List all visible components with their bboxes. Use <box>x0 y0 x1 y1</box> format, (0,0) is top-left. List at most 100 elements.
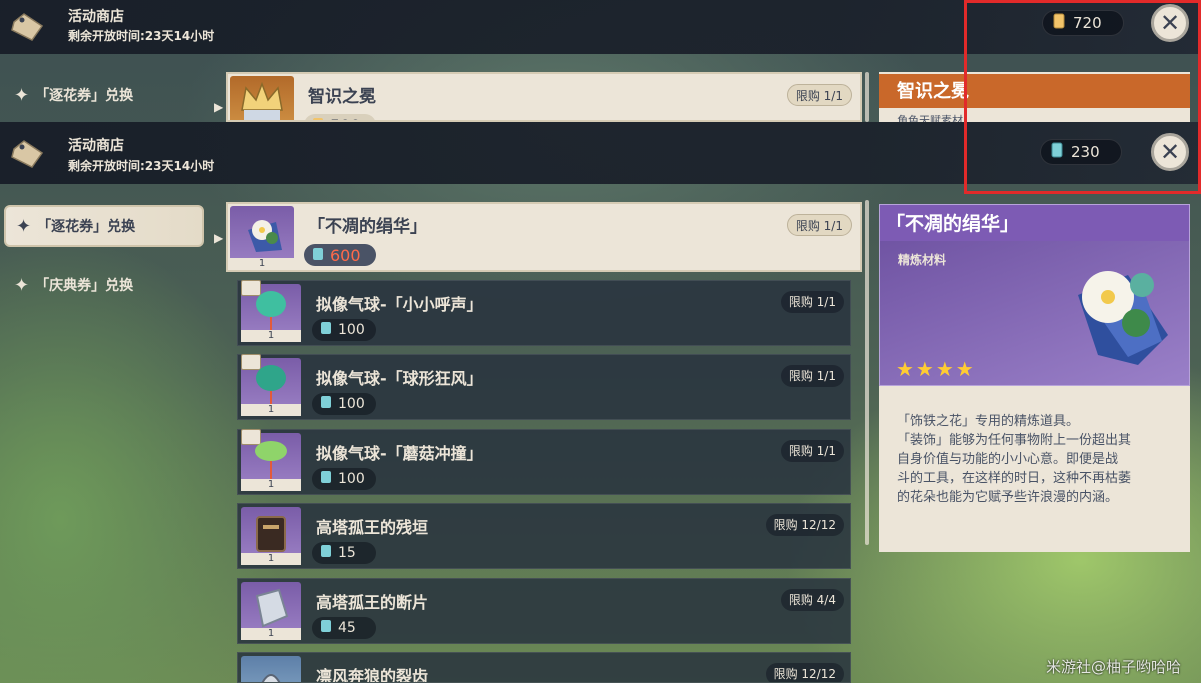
flower-ticket-icon <box>1051 142 1063 162</box>
close-button[interactable]: ✕ <box>1151 133 1189 171</box>
purchase-limit: 限购 12/12 <box>765 663 844 682</box>
item-price: 100 <box>338 322 365 338</box>
gold-ticket-icon <box>1053 13 1065 33</box>
list-item[interactable]: 凛风奔狼的裂齿 限购 12/12 <box>237 652 851 683</box>
item-quantity: 1 <box>241 628 301 640</box>
sidebar-item-festival-ticket[interactable]: ✦ 「庆典券」兑换 <box>4 264 204 306</box>
balloon-icon <box>256 291 286 332</box>
sparkle-icon: ✦ <box>16 215 32 237</box>
list-item-selected[interactable]: 1 「不凋的绢华」 600 限购 1/1 <box>226 202 862 272</box>
balloon-icon <box>256 365 286 406</box>
flower-bouquet-icon <box>248 220 282 252</box>
list-item[interactable]: 1 拟像气球-「小小呼声」 100 限购 1/1 <box>237 280 851 346</box>
sidebar-item-label: 「逐花券」兑换 <box>35 88 134 104</box>
price-pill: 15 <box>312 542 376 564</box>
rarity-stars: ★★★★ <box>896 357 976 381</box>
detail-panel-top-peek: 智识之冕 角色天赋素材 <box>879 72 1190 122</box>
balloon-icon <box>255 441 287 481</box>
shop-title: 活动商店 <box>68 138 124 154</box>
close-button[interactable]: ✕ <box>1151 4 1189 42</box>
close-icon: ✕ <box>1159 138 1181 166</box>
currency-balance: 720 <box>1042 10 1124 36</box>
price-pill: 100 <box>312 393 376 415</box>
description-line: 自身价值与功能的小小心意。即便是战 <box>897 452 1119 467</box>
purchase-limit: 限购 1/1 <box>780 365 844 387</box>
flower-ticket-icon <box>320 321 332 339</box>
item-price: 15 <box>338 545 356 561</box>
detail-title: 智识之冕 <box>879 74 1190 108</box>
sidebar-item-flower-ticket[interactable]: ✦ 「逐花券」兑换 <box>4 205 204 247</box>
chevron-right-icon: ▶ <box>214 100 224 114</box>
chevron-right-icon: ▶ <box>214 231 224 245</box>
item-thumbnail <box>241 656 301 682</box>
list-item[interactable]: 1 拟像气球-「蘑菇冲撞」 100 限购 1/1 <box>237 429 851 495</box>
currency-balance: 230 <box>1040 139 1122 165</box>
item-price: 45 <box>338 620 356 636</box>
item-price: 100 <box>338 471 365 487</box>
currency-amount: 720 <box>1073 14 1102 32</box>
flower-ticket-icon <box>320 395 332 413</box>
item-name: 凛风奔狼的裂齿 <box>316 667 429 683</box>
stone-fragment-icon <box>255 588 289 628</box>
item-name: 高塔孤王的断片 <box>316 593 429 612</box>
price-pill: 100 <box>312 468 376 490</box>
list-item[interactable]: 智识之冕 500 限购 1/1 <box>226 72 862 122</box>
price-pill: 100 <box>312 319 376 341</box>
flower-ticket-icon <box>320 619 332 637</box>
item-thumbnail <box>230 76 294 120</box>
item-thumbnail: 1 <box>241 507 301 565</box>
description-line: 「饰铁之花」专用的精炼道具。 <box>897 414 1080 429</box>
item-name: 拟像气球-「球形狂风」 <box>316 369 483 388</box>
flower-bouquet-icon <box>1058 245 1178 379</box>
purchase-limit: 限购 4/4 <box>780 589 844 611</box>
description-line: 斗的工具，在这样的时日，这种不再枯萎 <box>897 471 1132 486</box>
detail-description: 「饰铁之花」专用的精炼道具。 「装饰」能够为任何事物附上一份超出其 自身价值与功… <box>879 386 1190 552</box>
purchase-limit: 限购 1/1 <box>780 440 844 462</box>
price-pill: 600 <box>304 244 376 266</box>
remaining-time: 剩余开放时间:23天14小时 <box>68 159 215 173</box>
item-thumbnail: 1 <box>241 582 301 640</box>
description-line: 的花朵也能为它赋予些许浪漫的内涵。 <box>897 490 1119 505</box>
shop-header: 活动商店 剩余开放时间:23天14小时 230 <box>0 122 1201 184</box>
item-price: 100 <box>338 396 365 412</box>
item-name: 智识之冕 <box>308 87 376 107</box>
shop-header-top: 活动商店 剩余开放时间:23天14小时 720 ✕ <box>0 0 1201 54</box>
item-thumbnail: 1 <box>241 429 301 491</box>
detail-panel: 「不凋的绢华」 精炼材料 ★★★★ <box>879 204 1190 386</box>
list-item[interactable]: 1 高塔孤王的残垣 15 限购 12/12 <box>237 503 851 569</box>
item-quantity: 1 <box>241 479 301 491</box>
purchase-limit: 限购 1/1 <box>780 291 844 313</box>
sidebar-item-top-peek[interactable]: ✦ 「逐花券」兑换 <box>4 74 204 116</box>
item-name: 拟像气球-「小小呼声」 <box>316 295 483 314</box>
wolf-tooth-icon <box>261 674 281 682</box>
item-quantity: 1 <box>241 553 301 565</box>
list-item[interactable]: 1 拟像气球-「球形狂风」 100 限购 1/1 <box>237 354 851 420</box>
flower-ticket-icon <box>320 470 332 488</box>
item-price: 600 <box>330 245 361 265</box>
item-quantity: 1 <box>241 404 301 416</box>
scrollbar[interactable] <box>865 200 869 545</box>
purchase-limit: 限购 1/1 <box>786 214 852 236</box>
sparkle-icon: ✦ <box>14 84 30 106</box>
item-name: 「不凋的绢华」 <box>308 217 427 237</box>
stone-fragment-icon <box>256 516 286 552</box>
scrollbar[interactable] <box>865 72 869 122</box>
crown-icon <box>241 81 283 120</box>
item-name: 高塔孤王的残垣 <box>316 518 429 537</box>
shop-bag-icon <box>8 10 46 44</box>
sidebar-item-label: 「庆典券」兑换 <box>35 278 134 294</box>
purchase-limit: 限购 12/12 <box>765 514 844 536</box>
item-thumbnail: 1 <box>241 354 301 416</box>
item-thumbnail: 1 <box>230 206 294 270</box>
item-thumbnail: 1 <box>241 280 301 342</box>
sparkle-icon: ✦ <box>14 274 30 296</box>
price-pill: 45 <box>312 617 376 639</box>
purchase-limit: 限购 1/1 <box>786 84 852 106</box>
list-item[interactable]: 1 高塔孤王的断片 45 限购 4/4 <box>237 578 851 644</box>
watermark: 米游社@柚子哟哈哈 <box>1046 658 1182 676</box>
flower-ticket-icon <box>320 544 332 562</box>
item-name: 拟像气球-「蘑菇冲撞」 <box>316 444 483 463</box>
description-line: 「装饰」能够为任何事物附上一份超出其 <box>897 433 1132 448</box>
price-pill: 500 <box>304 114 376 120</box>
currency-amount: 230 <box>1071 143 1100 161</box>
